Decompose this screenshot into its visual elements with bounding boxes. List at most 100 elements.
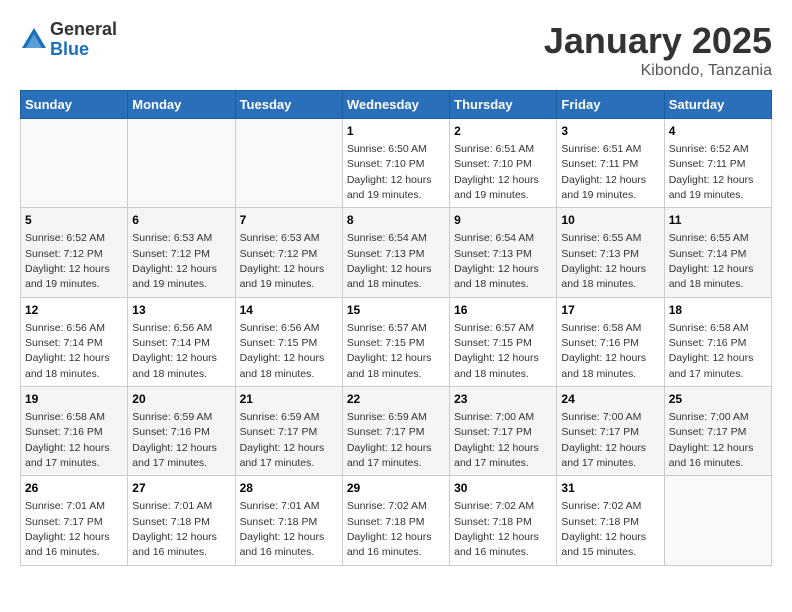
calendar-cell — [235, 119, 342, 208]
calendar-cell: 25Sunrise: 7:00 AMSunset: 7:17 PMDayligh… — [664, 387, 771, 476]
calendar-cell: 19Sunrise: 6:58 AMSunset: 7:16 PMDayligh… — [21, 387, 128, 476]
calendar-cell: 17Sunrise: 6:58 AMSunset: 7:16 PMDayligh… — [557, 297, 664, 386]
calendar-cell: 27 Sunrise: 7:01 AMSunset: 7:18 PMDayligh… — [128, 476, 235, 565]
calendar-cell: 30 Sunrise: 7:02 AMSunset: 7:18 PMDayligh… — [450, 476, 557, 565]
week-row-4: 19Sunrise: 6:58 AMSunset: 7:16 PMDayligh… — [21, 387, 772, 476]
header-cell-tuesday: Tuesday — [235, 91, 342, 119]
logo: General Blue — [20, 20, 117, 60]
week-row-5: 26 Sunrise: 7:01 AMSunset: 7:17 PMDayligh… — [21, 476, 772, 565]
calendar-cell: 15Sunrise: 6:57 AMSunset: 7:15 PMDayligh… — [342, 297, 449, 386]
calendar-cell: 31 Sunrise: 7:02 AMSunset: 7:18 PMDayligh… — [557, 476, 664, 565]
header-cell-sunday: Sunday — [21, 91, 128, 119]
day-number: 4 — [669, 123, 767, 140]
day-number: 17 — [561, 302, 659, 319]
day-number: 19 — [25, 391, 123, 408]
day-number: 7 — [240, 212, 338, 229]
day-info: Sunrise: 6:55 AMSunset: 7:14 PMDaylight:… — [669, 232, 754, 290]
calendar-cell: 12 Sunrise: 6:56 AMSunset: 7:14 PMDayligh… — [21, 297, 128, 386]
calendar-cell: 7 Sunrise: 6:53 AMSunset: 7:12 PMDaylight… — [235, 208, 342, 297]
logo-icon — [20, 26, 48, 54]
day-number: 30 — [454, 480, 552, 497]
day-info: Sunrise: 7:00 AMSunset: 7:17 PMDaylight:… — [454, 411, 539, 469]
day-number: 15 — [347, 302, 445, 319]
header-row: SundayMondayTuesdayWednesdayThursdayFrid… — [21, 91, 772, 119]
header-cell-thursday: Thursday — [450, 91, 557, 119]
day-info: Sunrise: 6:54 AMSunset: 7:13 PMDaylight:… — [454, 232, 539, 290]
day-info: Sunrise: 6:50 AMSunset: 7:10 PMDaylight:… — [347, 143, 432, 201]
logo-general-text: General — [50, 20, 117, 40]
calendar-header: SundayMondayTuesdayWednesdayThursdayFrid… — [21, 91, 772, 119]
calendar-cell: 16 Sunrise: 6:57 AMSunset: 7:15 PMDayligh… — [450, 297, 557, 386]
calendar-cell: 24Sunrise: 7:00 AMSunset: 7:17 PMDayligh… — [557, 387, 664, 476]
calendar-cell: 20Sunrise: 6:59 AMSunset: 7:16 PMDayligh… — [128, 387, 235, 476]
calendar-table: SundayMondayTuesdayWednesdayThursdayFrid… — [20, 90, 772, 566]
page-header: General Blue January 2025 Kibondo, Tanza… — [20, 20, 772, 80]
calendar-cell — [664, 476, 771, 565]
day-number: 5 — [25, 212, 123, 229]
day-number: 28 — [240, 480, 338, 497]
day-info: Sunrise: 7:01 AMSunset: 7:17 PMDaylight:… — [25, 500, 110, 558]
day-info: Sunrise: 6:51 AMSunset: 7:10 PMDaylight:… — [454, 143, 539, 201]
day-info: Sunrise: 7:01 AMSunset: 7:18 PMDaylight:… — [240, 500, 325, 558]
day-number: 18 — [669, 302, 767, 319]
calendar-cell: 5Sunrise: 6:52 AMSunset: 7:12 PMDaylight… — [21, 208, 128, 297]
day-info: Sunrise: 6:57 AMSunset: 7:15 PMDaylight:… — [454, 322, 539, 380]
day-info: Sunrise: 7:01 AMSunset: 7:18 PMDaylight:… — [132, 500, 217, 558]
calendar-cell: 8 Sunrise: 6:54 AMSunset: 7:13 PMDaylight… — [342, 208, 449, 297]
week-row-1: 1 Sunrise: 6:50 AMSunset: 7:10 PMDaylight… — [21, 119, 772, 208]
calendar-cell: 26 Sunrise: 7:01 AMSunset: 7:17 PMDayligh… — [21, 476, 128, 565]
day-number: 12 — [25, 302, 123, 319]
header-cell-monday: Monday — [128, 91, 235, 119]
day-number: 9 — [454, 212, 552, 229]
calendar-cell: 1 Sunrise: 6:50 AMSunset: 7:10 PMDaylight… — [342, 119, 449, 208]
day-info: Sunrise: 7:02 AMSunset: 7:18 PMDaylight:… — [561, 500, 646, 558]
calendar-cell: 18 Sunrise: 6:58 AMSunset: 7:16 PMDayligh… — [664, 297, 771, 386]
day-info: Sunrise: 6:59 AMSunset: 7:17 PMDaylight:… — [347, 411, 432, 469]
day-number: 22 — [347, 391, 445, 408]
day-number: 27 — [132, 480, 230, 497]
calendar-cell — [128, 119, 235, 208]
day-info: Sunrise: 6:56 AMSunset: 7:14 PMDaylight:… — [25, 322, 110, 380]
calendar-cell — [21, 119, 128, 208]
day-info: Sunrise: 6:59 AMSunset: 7:16 PMDaylight:… — [132, 411, 217, 469]
calendar-cell: 6Sunrise: 6:53 AMSunset: 7:12 PMDaylight… — [128, 208, 235, 297]
day-info: Sunrise: 6:58 AMSunset: 7:16 PMDaylight:… — [669, 322, 754, 380]
day-number: 29 — [347, 480, 445, 497]
day-number: 13 — [132, 302, 230, 319]
day-number: 14 — [240, 302, 338, 319]
day-info: Sunrise: 6:59 AMSunset: 7:17 PMDaylight:… — [240, 411, 325, 469]
day-info: Sunrise: 6:53 AMSunset: 7:12 PMDaylight:… — [132, 232, 217, 290]
day-number: 16 — [454, 302, 552, 319]
day-number: 1 — [347, 123, 445, 140]
title-block: January 2025 Kibondo, Tanzania — [544, 20, 772, 80]
calendar-cell: 22 Sunrise: 6:59 AMSunset: 7:17 PMDayligh… — [342, 387, 449, 476]
calendar-cell: 10Sunrise: 6:55 AMSunset: 7:13 PMDayligh… — [557, 208, 664, 297]
calendar-cell: 4 Sunrise: 6:52 AMSunset: 7:11 PMDaylight… — [664, 119, 771, 208]
day-number: 21 — [240, 391, 338, 408]
calendar-cell: 28 Sunrise: 7:01 AMSunset: 7:18 PMDayligh… — [235, 476, 342, 565]
week-row-3: 12 Sunrise: 6:56 AMSunset: 7:14 PMDayligh… — [21, 297, 772, 386]
day-info: Sunrise: 7:02 AMSunset: 7:18 PMDaylight:… — [454, 500, 539, 558]
calendar-cell: 23 Sunrise: 7:00 AMSunset: 7:17 PMDayligh… — [450, 387, 557, 476]
header-cell-wednesday: Wednesday — [342, 91, 449, 119]
calendar-body: 1 Sunrise: 6:50 AMSunset: 7:10 PMDaylight… — [21, 119, 772, 566]
day-number: 23 — [454, 391, 552, 408]
day-info: Sunrise: 7:02 AMSunset: 7:18 PMDaylight:… — [347, 500, 432, 558]
logo-text: General Blue — [50, 20, 117, 60]
day-number: 3 — [561, 123, 659, 140]
day-number: 25 — [669, 391, 767, 408]
day-number: 31 — [561, 480, 659, 497]
calendar-cell: 11Sunrise: 6:55 AMSunset: 7:14 PMDayligh… — [664, 208, 771, 297]
day-number: 8 — [347, 212, 445, 229]
day-info: Sunrise: 6:54 AMSunset: 7:13 PMDaylight:… — [347, 232, 432, 290]
logo-blue-text: Blue — [50, 40, 117, 60]
day-info: Sunrise: 6:55 AMSunset: 7:13 PMDaylight:… — [561, 232, 646, 290]
day-number: 26 — [25, 480, 123, 497]
calendar-cell: 13 Sunrise: 6:56 AMSunset: 7:14 PMDayligh… — [128, 297, 235, 386]
day-info: Sunrise: 6:52 AMSunset: 7:11 PMDaylight:… — [669, 143, 754, 201]
calendar-cell: 21 Sunrise: 6:59 AMSunset: 7:17 PMDayligh… — [235, 387, 342, 476]
day-info: Sunrise: 6:53 AMSunset: 7:12 PMDaylight:… — [240, 232, 325, 290]
calendar-cell: 2Sunrise: 6:51 AMSunset: 7:10 PMDaylight… — [450, 119, 557, 208]
day-info: Sunrise: 6:56 AMSunset: 7:15 PMDaylight:… — [240, 322, 325, 380]
day-info: Sunrise: 6:56 AMSunset: 7:14 PMDaylight:… — [132, 322, 217, 380]
